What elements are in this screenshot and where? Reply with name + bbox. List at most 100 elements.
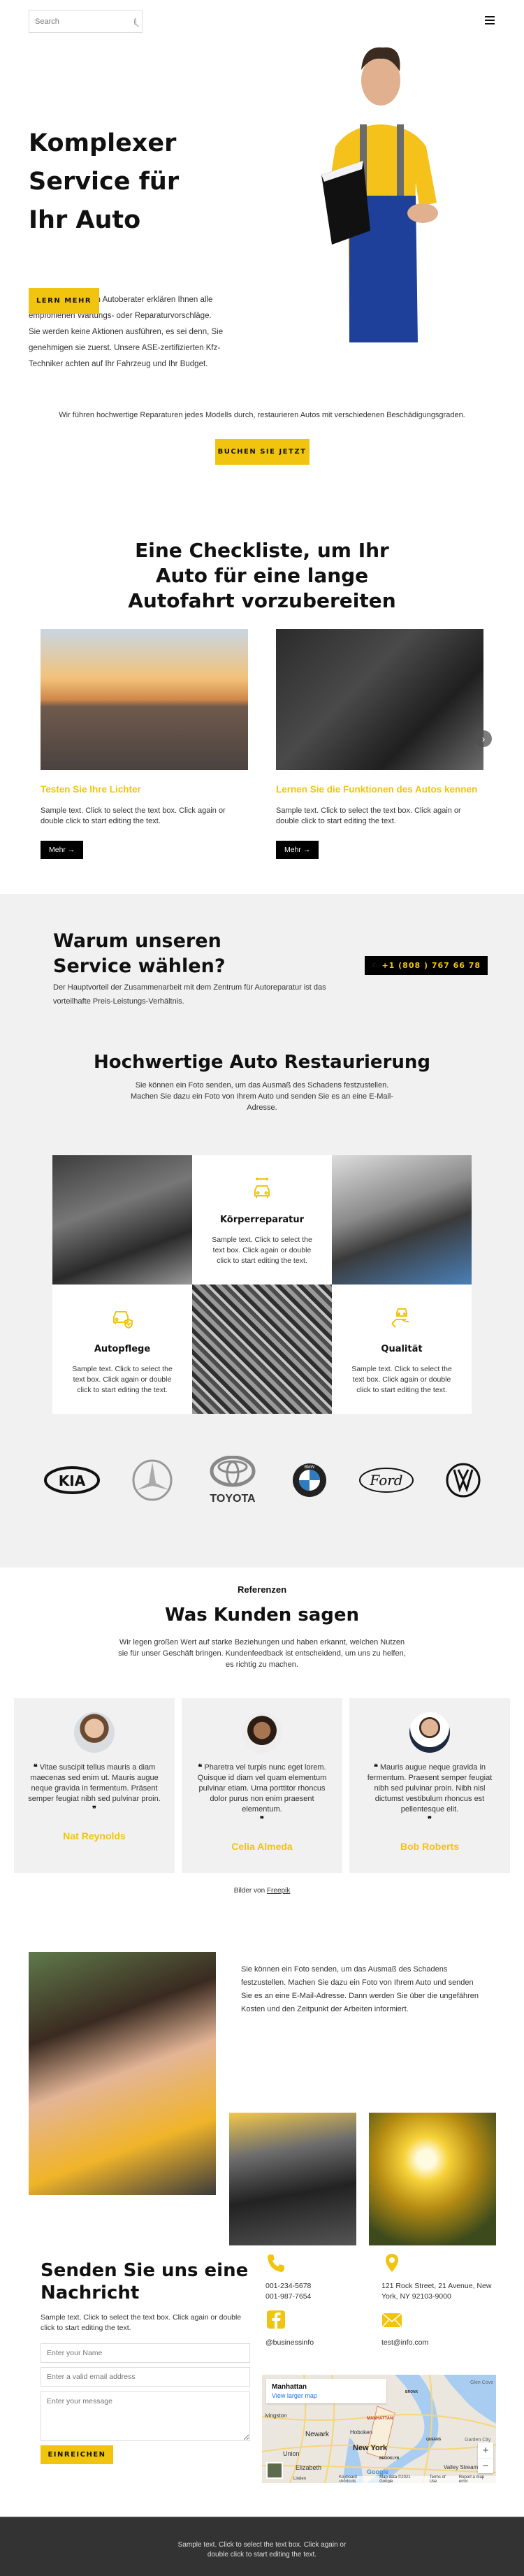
contact-description: Sample text. Click to select the text bo… <box>41 2313 242 2332</box>
checklist-carousel: Testen Sie Ihre Lichter Sample text. Cli… <box>0 629 524 859</box>
map-label: BRONX <box>405 2390 419 2394</box>
why-section: Warum unseren Service wählen? Der Hauptv… <box>0 894 524 1041</box>
testimonial-card: ❝ Vitae suscipit tellus mauris a diam ma… <box>14 1698 175 1873</box>
card-title: Testen Sie Ihre Lichter <box>41 784 141 795</box>
feature-text: Sample text. Click to select the text bo… <box>351 1365 452 1394</box>
testimonial-name: Nat Reynolds <box>63 1830 126 1841</box>
keyboard-shortcuts-link[interactable]: Keyboard shortcuts <box>339 2475 374 2483</box>
feature-cell: Autopflege Sample text. Click to select … <box>52 1285 192 1414</box>
site-header <box>0 0 524 42</box>
testimonials-section: Referenzen Was Kunden sagen Wir legen gr… <box>0 1568 524 1895</box>
avatar <box>409 1712 450 1753</box>
submit-button[interactable]: EINREICHEN <box>41 2445 113 2464</box>
testimonial-quote: ❝ Mauris augue neque gravida in fermentu… <box>367 1763 493 1824</box>
map-label: QUEENS <box>426 2438 442 2442</box>
man-in-car-image <box>276 629 483 770</box>
satellite-toggle[interactable] <box>266 2462 283 2479</box>
map-label: New York <box>353 2444 388 2452</box>
contact-info: 001-234-5678 001-987-7654 121 Rock Stree… <box>265 2252 496 2348</box>
avatar <box>74 1712 115 1753</box>
testimonial-quote: ❝ Pharetra vel turpis nunc eget lorem. Q… <box>197 1763 327 1824</box>
checklist-title: Eine Checkliste, um Ihr Auto für eine la… <box>128 539 396 612</box>
image-credits: Bilder von Freepik <box>233 1887 291 1895</box>
more-button[interactable]: Mehr → <box>41 841 84 859</box>
map-label: Hoboken <box>350 2429 373 2436</box>
email-info: test@info.com <box>381 2309 497 2348</box>
mechanic-image <box>293 42 472 405</box>
freepik-link[interactable]: Freepik <box>267 1887 290 1895</box>
map-label: Garden City <box>465 2438 491 2443</box>
phone-icon <box>268 2255 284 2272</box>
gallery-text: Sie können ein Foto senden, um das Ausma… <box>241 1965 479 2013</box>
card-text: Sample text. Click to select the text bo… <box>276 806 461 825</box>
map-zoom-controls: + − <box>478 2443 493 2473</box>
envelope-icon <box>381 2313 402 2328</box>
hamburger-icon[interactable] <box>485 16 495 24</box>
intro-text: Wir führen hochwertige Reparaturen jedes… <box>59 411 465 419</box>
name-field[interactable] <box>41 2343 250 2363</box>
more-button[interactable]: Mehr → <box>276 841 319 859</box>
phone-info: 001-234-5678 001-987-7654 <box>265 2252 381 2302</box>
card-title: Lernen Sie die Funktionen des Autos kenn… <box>276 784 478 795</box>
phone-numbers: 001-234-5678 001-987-7654 <box>265 2282 312 2301</box>
feature-text: Sample text. Click to select the text bo… <box>72 1365 173 1394</box>
zoom-in-button[interactable]: + <box>478 2443 493 2458</box>
google-map[interactable]: ivingston Newark Hoboken New York Union … <box>262 2375 496 2483</box>
footer-text: Sample text. Click to select the text bo… <box>177 2541 347 2559</box>
map-label: BROOKLYN <box>379 2456 400 2461</box>
close-quote-icon: ❞ <box>260 1816 264 1824</box>
feature-text: Sample text. Click to select the text bo… <box>212 1236 312 1265</box>
testimonial-name: Bob Roberts <box>400 1841 459 1852</box>
report-error-link[interactable]: Report a map error <box>459 2475 493 2483</box>
why-text: Der Hauptvorteil der Zusammenarbeit mit … <box>53 983 326 1006</box>
ford-logo: Ford <box>358 1466 414 1494</box>
terms-link[interactable]: Terms of Use <box>430 2475 453 2483</box>
driving-sunset-image <box>41 629 248 770</box>
testimonials-subtitle: Wir legen großen Wert auf starke Beziehu… <box>118 1638 406 1669</box>
google-logo: Google <box>367 2468 388 2475</box>
contact-section: Senden Sie uns eine Nachricht Sample tex… <box>0 2244 524 2517</box>
brand-logos: KIA TOYOTA BMW Ford <box>0 1414 524 1554</box>
restoration-title: Hochwertige Auto Restaurierung <box>93 1052 431 1073</box>
email-address[interactable]: test@info.com <box>381 2338 430 2348</box>
search-input[interactable] <box>35 17 134 26</box>
open-quote-icon: ❝ <box>198 1763 203 1772</box>
car-shield-icon <box>113 1311 133 1329</box>
view-larger-map-link[interactable]: View larger map <box>272 2392 381 2399</box>
zoom-out-button[interactable]: − <box>478 2458 493 2473</box>
phone-button[interactable]: ✆ +1 (808 ) 767 66 78 <box>365 956 488 975</box>
search-box[interactable] <box>29 10 143 33</box>
mechanic-lift-image <box>52 1155 192 1285</box>
map-label: Linden <box>293 2477 307 2481</box>
open-quote-icon: ❝ <box>33 1763 38 1772</box>
tools-image <box>192 1285 332 1414</box>
facebook-handle[interactable]: @businessinfo <box>265 2338 381 2348</box>
learn-more-button[interactable]: LERN MEHR <box>29 288 99 314</box>
map-label: Elizabeth <box>296 2464 322 2471</box>
facebook-icon <box>267 2310 285 2329</box>
gallery-section: Sie können ein Foto senden, um das Ausma… <box>0 1923 524 2245</box>
map-label: Valley Stream <box>444 2464 479 2470</box>
garage-worker-image <box>332 1155 472 1285</box>
woman-in-car-image <box>29 1952 216 2195</box>
checklist-card: Lernen Sie die Funktionen des Autos kenn… <box>276 629 483 859</box>
feature-cell: Qualität Sample text. Click to select th… <box>332 1285 472 1414</box>
restoration-section: Hochwertige Auto Restaurierung Sie könne… <box>0 1041 524 1568</box>
restoration-grid: Körperreparatur Sample text. Click to se… <box>52 1155 472 1414</box>
parked-cars-image <box>229 2113 356 2245</box>
map-label: Union <box>283 2450 300 2457</box>
close-quote-icon: ❞ <box>92 1805 96 1814</box>
message-field[interactable] <box>41 2391 250 2441</box>
phone-number: +1 (808 ) 767 66 78 <box>381 961 481 970</box>
search-icon[interactable] <box>134 17 136 25</box>
feature-title: Autopflege <box>94 1344 151 1354</box>
svg-text:KIA: KIA <box>58 1472 85 1489</box>
svg-text:Ford: Ford <box>369 1472 402 1489</box>
email-field[interactable] <box>41 2367 250 2387</box>
restoration-subtitle: Sie können ein Foto senden, um das Ausma… <box>130 1081 394 1112</box>
location-pin-icon <box>386 2254 398 2272</box>
volkswagen-logo <box>446 1463 481 1498</box>
site-footer: Sample text. Click to select the text bo… <box>0 2517 524 2576</box>
chevron-right-icon[interactable]: › <box>475 730 492 747</box>
book-now-button[interactable]: BUCHEN SIE JETZT <box>214 439 310 465</box>
